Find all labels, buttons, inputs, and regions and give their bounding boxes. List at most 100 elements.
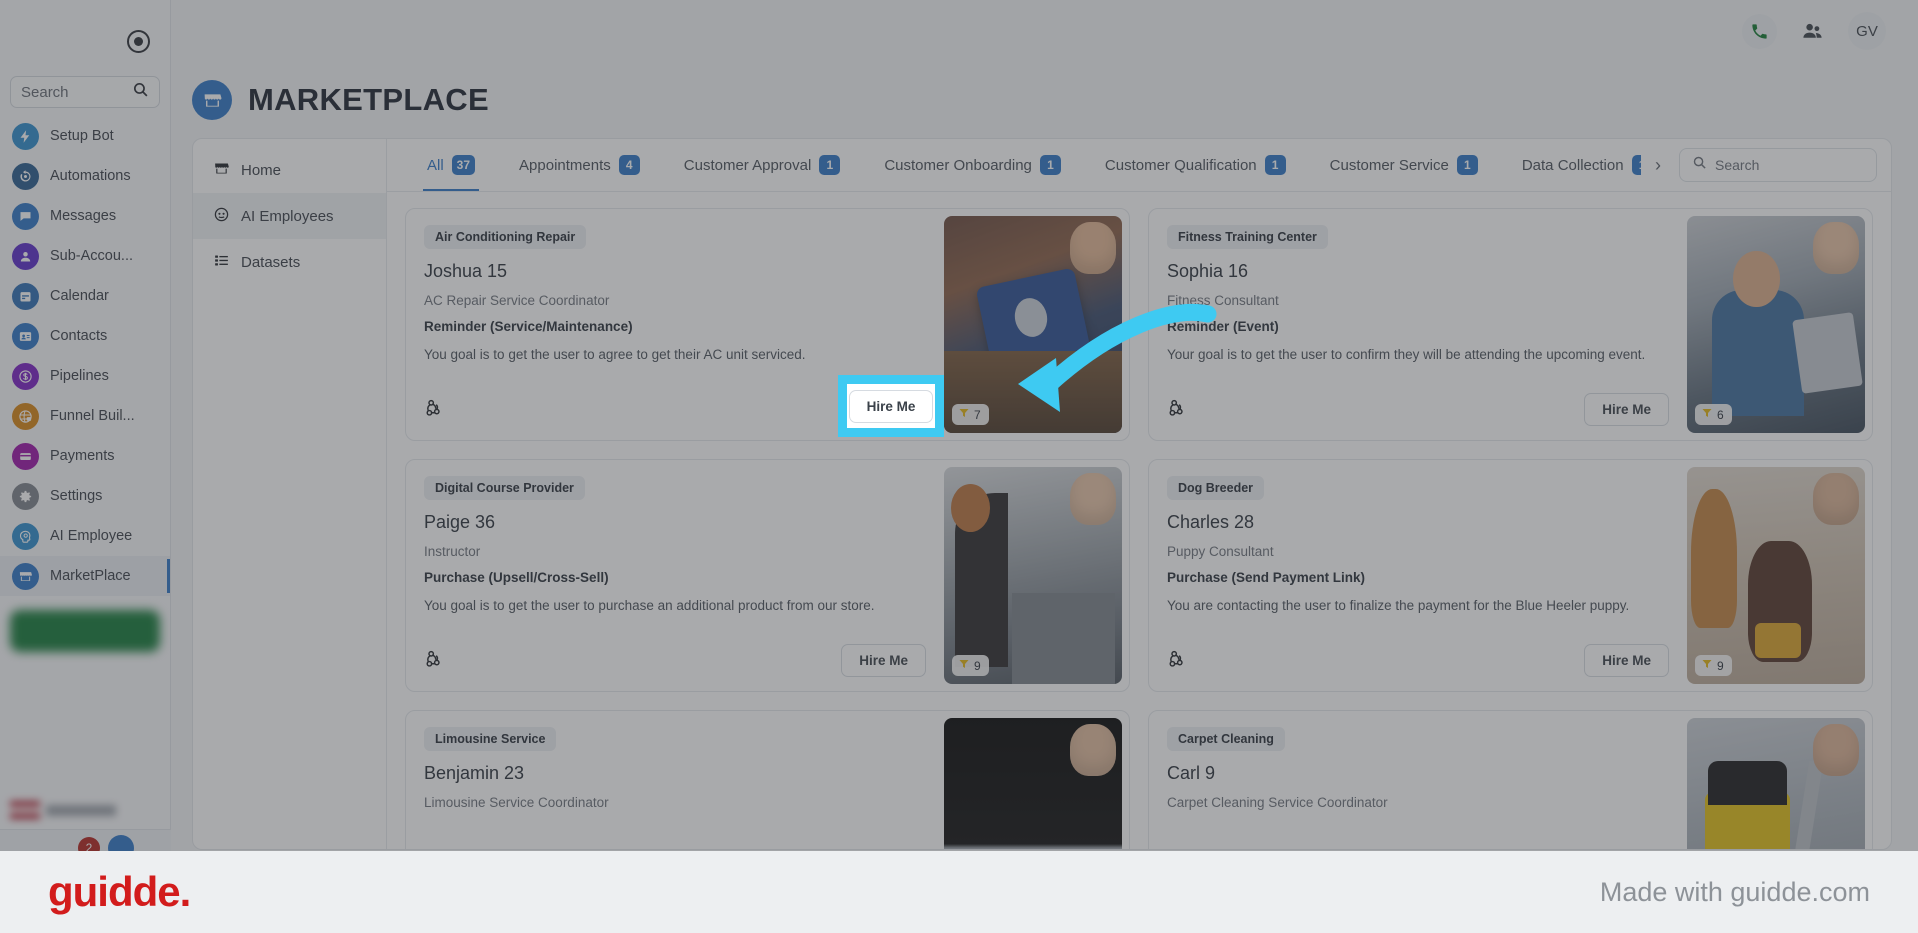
tab-count-badge: 1 [1456, 155, 1478, 175]
tab-customer-approval[interactable]: Customer Approval 1 [662, 139, 863, 191]
sidebar-item-settings[interactable]: Settings [0, 476, 170, 516]
sidebar-locale-label [46, 804, 116, 816]
hire-me-button[interactable]: Hire Me [841, 644, 926, 677]
phone-icon[interactable] [1742, 13, 1777, 49]
flag-icon [10, 801, 40, 819]
sidebar-item-automations[interactable]: Automations [0, 156, 170, 196]
sidebar-item-calendar[interactable]: Calendar [0, 276, 170, 316]
card-description: You are contacting the user to finalize … [1167, 598, 1630, 613]
tab-customer-qualification[interactable]: Customer Qualification 1 [1083, 139, 1308, 191]
left-sidebar: Search Setup Bot Automations Messages Sub-A… [0, 0, 171, 851]
sidebar-item-pipelines[interactable]: Pipelines [0, 356, 170, 396]
card-body: Digital Course Provider Paige 36 Instructo… [406, 460, 944, 691]
card-employee-role: Limousine Service Coordinator [424, 795, 609, 810]
ai-employee-card[interactable]: Dog Breeder Charles 28 Puppy Consultant Pur… [1148, 459, 1873, 692]
search-icon [132, 81, 149, 103]
ai-employee-card[interactable]: Air Conditioning Repair Joshua 15 AC Repai… [405, 208, 1130, 441]
card-employee-name: Paige 36 [424, 512, 496, 532]
filter-funnel-icon [1701, 407, 1713, 422]
marketplace-search-placeholder: Search [1715, 157, 1760, 173]
users-icon[interactable] [1795, 14, 1830, 49]
sidebar-item-sub-accou[interactable]: Sub-Accou... [0, 236, 170, 276]
tab-customer-onboarding[interactable]: Customer Onboarding 1 [862, 139, 1083, 191]
card-category-chip: Dog Breeder [1167, 476, 1265, 500]
application-window: Search Setup Bot Automations Messages Sub-A… [0, 0, 1918, 851]
sidebar-item-marketplace[interactable]: MarketPlace [0, 556, 170, 596]
chevron-right-icon[interactable]: › [1641, 139, 1675, 191]
card-employee-role: Puppy Consultant [1167, 544, 1274, 559]
card-description: You goal is to get the user to agree to … [424, 347, 806, 362]
sidebar-cta-button[interactable] [10, 610, 160, 652]
target-dot-icon[interactable] [127, 30, 150, 53]
sidebar-item-payments[interactable]: Payments [0, 436, 170, 476]
calendar-icon [12, 282, 39, 310]
rating-badge: 9 [952, 655, 989, 676]
page-title: MARKETPLACE [248, 82, 489, 117]
ai-employee-card[interactable]: Fitness Training Center Sophia 16 Fitness … [1148, 208, 1873, 441]
made-with-label: Made with guidde.com [1599, 876, 1870, 907]
notification-badge[interactable]: 2 [78, 837, 100, 851]
hire-me-button[interactable]: Hire Me [1584, 393, 1669, 426]
filter-funnel-icon [958, 658, 970, 673]
card-description: You goal is to get the user to purchase … [424, 598, 875, 613]
tab-count-badge: 1 [1039, 155, 1061, 175]
webhook-icon[interactable] [424, 648, 445, 674]
screenshot-root: Search Setup Bot Automations Messages Sub-A… [0, 0, 1918, 933]
rating-badge: 7 [952, 404, 989, 425]
card-category-chip: Fitness Training Center [1167, 225, 1328, 249]
ai-employee-card[interactable]: Limousine Service Benjamin 23 Limousine Se… [405, 710, 1130, 849]
ai-employee-grid: Air Conditioning Repair Joshua 15 AC Repai… [387, 192, 1891, 849]
ai-head-icon [12, 522, 39, 550]
sidebar-search-input[interactable]: Search [10, 76, 160, 108]
sidebar-item-label: Funnel Buil... [50, 408, 135, 424]
tab-data-collection[interactable]: Data Collection 1 [1500, 139, 1641, 191]
card-body: Dog Breeder Charles 28 Puppy Consultant Pur… [1149, 460, 1687, 691]
tab-customer-service[interactable]: Customer Service 1 [1308, 139, 1500, 191]
sidebar-item-funnel-buil[interactable]: Funnel Buil... [0, 396, 170, 436]
sidebar-footer-bar: 2 [0, 829, 171, 851]
card-employee-name: Benjamin 23 [424, 763, 525, 783]
tab-appointments[interactable]: Appointments 4 [497, 139, 662, 191]
card-category-chip: Carpet Cleaning [1167, 727, 1285, 751]
help-bubble-icon[interactable] [108, 835, 134, 851]
sidebar-search-placeholder: Search [21, 83, 69, 101]
tab-label: Customer Onboarding [884, 156, 1032, 174]
ai-employee-card[interactable]: Digital Course Provider Paige 36 Instructo… [405, 459, 1130, 692]
card-employee-name: Carl 9 [1167, 763, 1216, 783]
search-icon [1692, 155, 1707, 175]
webhook-icon[interactable] [1167, 648, 1188, 674]
webhook-icon[interactable] [1167, 397, 1188, 423]
card-thumbnail: 9 [1687, 467, 1865, 684]
card-employee-name: Joshua 15 [424, 261, 508, 281]
sidebar-item-ai-employee[interactable]: AI Employee [0, 516, 170, 556]
rating-value: 6 [1717, 407, 1724, 422]
tab-all[interactable]: All 37 [405, 139, 497, 191]
sidebar-item-messages[interactable]: Messages [0, 196, 170, 236]
subnav-item-datasets[interactable]: Datasets [193, 239, 386, 285]
card-description: Your goal is to get the user to confirm … [1167, 347, 1646, 362]
tab-count-badge: 1 [1631, 155, 1641, 175]
webhook-icon[interactable] [424, 397, 445, 423]
gear-icon [12, 482, 39, 510]
filter-funnel-icon [1701, 658, 1713, 673]
automation-icon [12, 162, 39, 190]
card-employee-name: Charles 28 [1167, 512, 1255, 532]
hire-me-button[interactable]: Hire Me [1584, 644, 1669, 677]
category-tabs: All 37 Appointments 4 Customer Approval 1 Cust… [405, 139, 1641, 191]
avatar[interactable]: GV [1848, 12, 1886, 50]
subnav-item-home[interactable]: Home [193, 147, 386, 193]
ai-employee-card[interactable]: Carpet Cleaning Carl 9 Carpet Cleaning Ser… [1148, 710, 1873, 849]
card-employee-name: Sophia 16 [1167, 261, 1249, 281]
subnav-item-label: Datasets [241, 253, 301, 271]
person-icon [12, 242, 39, 270]
sidebar-item-label: Sub-Accou... [50, 248, 134, 264]
sidebar-item-setup-bot[interactable]: Setup Bot [0, 116, 170, 156]
store-icon [213, 160, 230, 181]
marketplace-search-input[interactable]: Search [1679, 148, 1877, 182]
hire-me-button-highlighted[interactable]: Hire Me [848, 389, 934, 423]
card-thumbnail [1687, 718, 1865, 849]
tab-label: Customer Qualification [1104, 156, 1257, 174]
face-icon [213, 206, 230, 227]
sidebar-item-contacts[interactable]: Contacts [0, 316, 170, 356]
subnav-item-ai-employees[interactable]: AI Employees [193, 193, 386, 239]
